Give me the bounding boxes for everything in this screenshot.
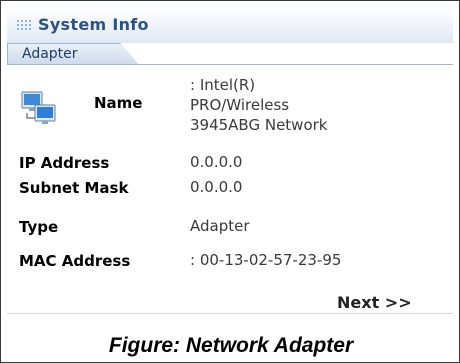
name-value-line: 3945ABG Network [190, 116, 328, 134]
tab-adapter[interactable]: Adapter [7, 43, 139, 65]
panel-title: System Info [38, 15, 149, 34]
system-info-panel: System Info Adapter Name : Intel(R) PRO/… [7, 7, 453, 313]
name-value-line: : Intel(R) [190, 76, 256, 94]
subnet-mask-value: 0.0.0.0 [190, 178, 243, 196]
panel-titlebar[interactable]: System Info [7, 7, 453, 43]
caption-divider [7, 313, 453, 314]
name-label: Name [94, 94, 143, 112]
network-adapter-icon [21, 91, 56, 124]
type-label: Type [19, 218, 59, 236]
figure-caption: Figure: Network Adapter [108, 334, 354, 357]
type-value: Adapter [190, 217, 250, 235]
ip-address-label: IP Address [19, 154, 110, 172]
mac-address-label: MAC Address [19, 252, 131, 270]
figure-frame: System Info Adapter Name : Intel(R) PRO/… [0, 0, 460, 363]
mac-address-value: : 00-13-02-57-23-95 [190, 251, 342, 269]
tab-adapter-label: Adapter [22, 46, 78, 62]
ip-address-value: 0.0.0.0 [190, 153, 243, 171]
name-value-line: PRO/Wireless [190, 96, 290, 114]
subnet-mask-label: Subnet Mask [19, 179, 129, 197]
drag-grip-icon[interactable] [17, 20, 33, 30]
next-button[interactable]: Next >> [337, 293, 412, 312]
tab-row: Adapter [7, 43, 453, 65]
tab-divider [7, 64, 453, 65]
